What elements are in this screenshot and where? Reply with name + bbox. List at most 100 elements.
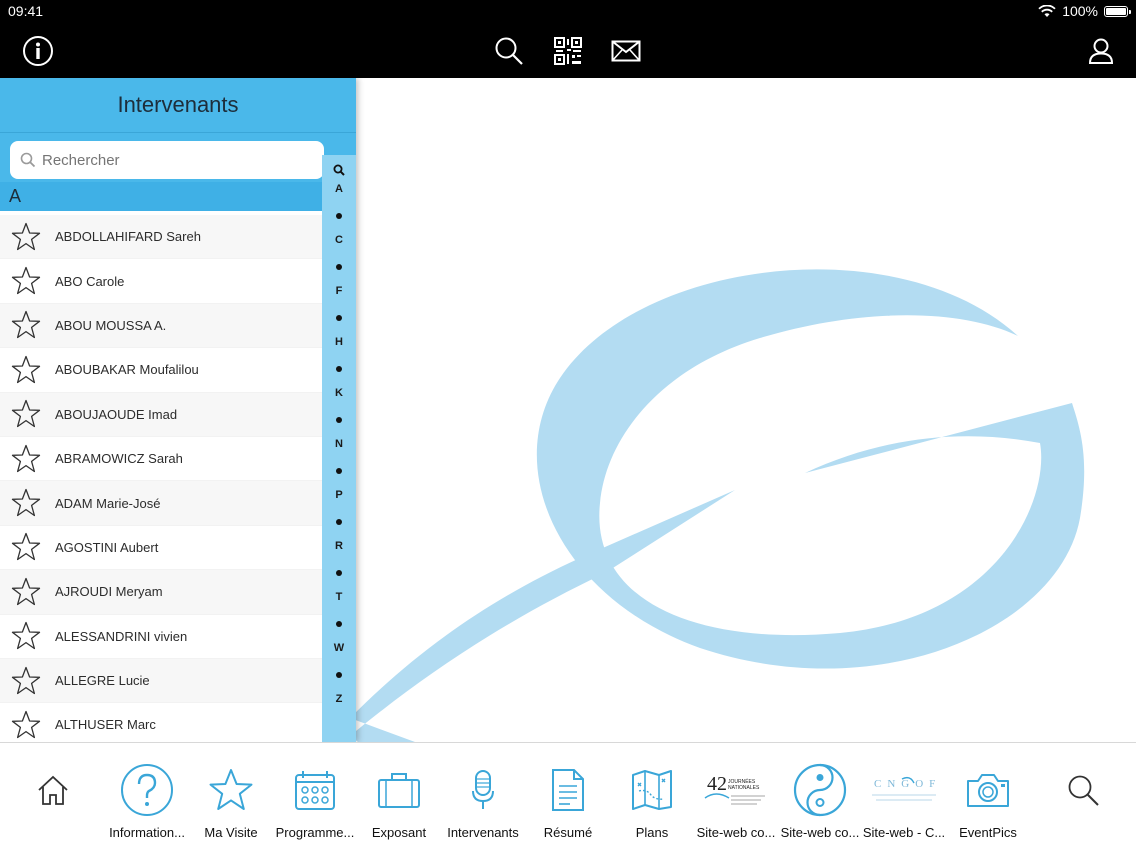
- tab-journees-logo[interactable]: 42 JOURNÉES NATIONALES Site-web co...: [691, 743, 781, 853]
- index-dot[interactable]: [336, 365, 342, 372]
- favorite-star-icon[interactable]: [11, 577, 41, 607]
- index-letter[interactable]: A: [322, 183, 356, 195]
- index-letter[interactable]: H: [322, 336, 356, 348]
- index-letter[interactable]: T: [322, 591, 356, 603]
- index-dot[interactable]: [336, 671, 342, 678]
- tab-yin-yang[interactable]: Site-web co...: [775, 743, 865, 853]
- list-item[interactable]: ABRAMOWICZ Sarah: [0, 437, 322, 482]
- bottom-tab-bar: Information... Ma Visite Programme... Expos…: [0, 742, 1136, 852]
- tab-search[interactable]: [1038, 743, 1128, 853]
- favorite-star-icon[interactable]: [11, 222, 41, 252]
- index-letter[interactable]: F: [322, 285, 356, 297]
- index-letter[interactable]: Z: [322, 693, 356, 705]
- search-box[interactable]: [10, 141, 324, 179]
- star-icon: [186, 763, 276, 817]
- tab-camera[interactable]: EventPics: [943, 743, 1033, 853]
- speaker-name: ALESSANDRINI vivien: [55, 628, 188, 644]
- tab-label: Information...: [109, 825, 185, 840]
- list-item[interactable]: ABOUBAKAR Moufalilou: [0, 348, 322, 393]
- camera-icon: [943, 763, 1033, 817]
- tab-home[interactable]: [8, 743, 98, 853]
- tab-label: Exposant: [371, 825, 427, 840]
- speaker-name: ABRAMOWICZ Sarah: [55, 451, 183, 467]
- index-letter[interactable]: P: [322, 489, 356, 501]
- list-item[interactable]: ABOU MOUSSA A.: [0, 303, 322, 349]
- index-letter[interactable]: K: [322, 387, 356, 399]
- index-dot[interactable]: [336, 620, 342, 627]
- speaker-name: ADAM Marie-José: [55, 495, 161, 511]
- index-dot[interactable]: [336, 416, 342, 423]
- favorite-star-icon[interactable]: [11, 266, 41, 296]
- index-search-icon[interactable]: [333, 164, 345, 176]
- list-item[interactable]: AJROUDI Meryam: [0, 570, 322, 615]
- index-dot[interactable]: [336, 518, 342, 525]
- favorite-star-icon[interactable]: [11, 621, 41, 651]
- search-icon: [20, 152, 36, 168]
- tab-label: Site-web - C...: [862, 825, 946, 840]
- index-letter[interactable]: N: [322, 438, 356, 450]
- tab-question[interactable]: Information...: [102, 743, 192, 853]
- list-item[interactable]: ABO Carole: [0, 259, 322, 304]
- user-icon[interactable]: [1084, 34, 1118, 68]
- map-icon: [607, 763, 697, 817]
- tab-cngof-logo[interactable]: CNGOF Site-web - C...: [859, 743, 949, 853]
- tab-map[interactable]: Plans: [607, 743, 697, 853]
- info-icon[interactable]: [21, 34, 55, 68]
- yin-yang-icon: [775, 763, 865, 817]
- tab-document[interactable]: Résumé: [523, 743, 613, 853]
- list-item[interactable]: ADAM Marie-José: [0, 481, 322, 526]
- tab-briefcase[interactable]: Exposant: [354, 743, 444, 853]
- main-area: Intervenants A ABDOLLAHIFARD Sareh ABO Ca…: [0, 78, 1136, 742]
- journees-logo-icon: 42 JOURNÉES NATIONALES: [691, 763, 781, 817]
- list-item[interactable]: ALESSANDRINI vivien: [0, 615, 322, 659]
- speaker-name: ABOU MOUSSA A.: [55, 317, 167, 333]
- speaker-name: ABOUBAKAR Moufalilou: [55, 362, 199, 378]
- tab-star[interactable]: Ma Visite: [186, 743, 276, 853]
- tab-calendar[interactable]: Programme...: [270, 743, 360, 853]
- svg-text:NATIONALES: NATIONALES: [728, 785, 760, 791]
- tab-label: Site-web co...: [696, 825, 776, 840]
- qr-code-icon[interactable]: [551, 34, 585, 68]
- list-item[interactable]: ABDOLLAHIFARD Sareh: [0, 215, 322, 260]
- microphone-icon: [438, 763, 528, 817]
- index-letter[interactable]: W: [322, 642, 356, 654]
- index-dot[interactable]: [336, 212, 342, 219]
- tab-label: Résumé: [543, 825, 593, 840]
- list-item[interactable]: ALLEGRE Lucie: [0, 658, 322, 704]
- wifi-icon: [1038, 4, 1056, 17]
- tab-microphone[interactable]: Intervenants: [438, 743, 528, 853]
- index-letter[interactable]: R: [322, 540, 356, 552]
- favorite-star-icon[interactable]: [11, 310, 41, 340]
- search-icon: [1038, 763, 1128, 817]
- list-item[interactable]: ABOUJAOUDE Imad: [0, 392, 322, 437]
- search-icon[interactable]: [492, 34, 526, 68]
- index-dot[interactable]: [336, 569, 342, 576]
- favorite-star-icon[interactable]: [11, 488, 41, 518]
- alphabet-index[interactable]: A C F H K N P R T W Z: [322, 155, 356, 742]
- index-dot[interactable]: [336, 314, 342, 321]
- svg-text:CNGOF: CNGOF: [874, 778, 940, 790]
- favorite-star-icon[interactable]: [11, 444, 41, 474]
- speaker-name: ALLEGRE Lucie: [55, 673, 150, 689]
- home-icon: [8, 763, 98, 817]
- search-input[interactable]: [42, 151, 302, 169]
- mail-icon[interactable]: [609, 34, 643, 68]
- index-dot[interactable]: [336, 467, 342, 474]
- tab-label: Plans: [635, 825, 669, 840]
- favorite-star-icon[interactable]: [11, 399, 41, 429]
- battery-percent: 100%: [1062, 3, 1098, 19]
- cngof-logo-icon: CNGOF: [859, 763, 949, 817]
- index-letter[interactable]: C: [322, 234, 356, 246]
- speaker-name: ABO Carole: [55, 273, 125, 289]
- favorite-star-icon[interactable]: [11, 532, 41, 562]
- top-bar: [0, 24, 1136, 78]
- tab-label: Site-web co...: [780, 825, 860, 840]
- speaker-name: AJROUDI Meryam: [55, 584, 163, 600]
- index-dot[interactable]: [336, 263, 342, 270]
- list-item[interactable]: AGOSTINI Aubert: [0, 526, 322, 571]
- favorite-star-icon[interactable]: [11, 355, 41, 385]
- favorite-star-icon[interactable]: [11, 666, 41, 696]
- status-right: 100%: [1038, 3, 1131, 19]
- favorite-star-icon[interactable]: [11, 710, 41, 740]
- list-item[interactable]: ALTHUSER Marc: [0, 703, 322, 742]
